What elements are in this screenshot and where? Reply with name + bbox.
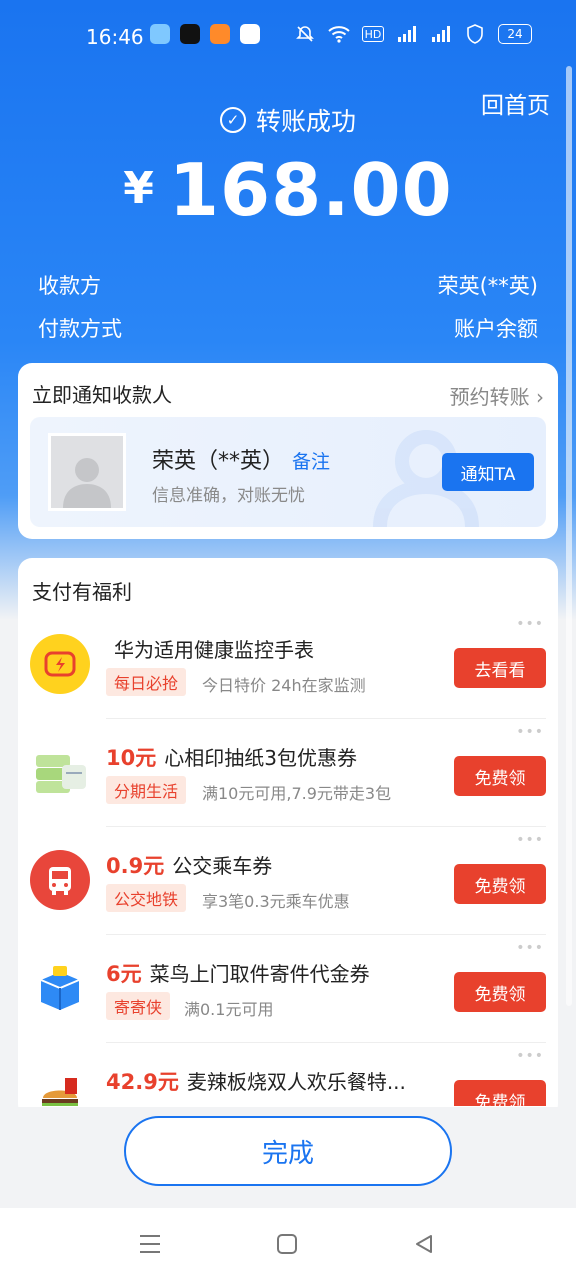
payee-box: 荣英（**英） 备注 信息准确，对账无忧 通知TA: [30, 417, 546, 527]
watch-deal-icon: [30, 634, 90, 694]
benefit-title-text: 麦辣板烧双人欢乐餐特...: [186, 1070, 406, 1094]
success-status: ✓ 转账成功: [0, 102, 576, 138]
benefit-title: 42.9元 麦辣板烧双人欢乐餐特...: [106, 1066, 406, 1096]
more-icon[interactable]: •••: [516, 940, 544, 956]
system-nav-bar: [0, 1208, 576, 1280]
divider: [106, 934, 546, 935]
benefit-title-text: 公交乘车券: [172, 854, 273, 878]
benefits-title: 支付有福利: [32, 580, 132, 604]
notify-payee-card: 立即通知收款人 预约转账 › 荣英（**英） 备注 信息准确，对账无忧 通知TA: [18, 363, 558, 539]
transfer-amount: ¥168.00: [0, 148, 576, 232]
benefits-card: 支付有福利 ••• 华为适用健康监控手表 每日必抢 今日特价 24h在家监测 去…: [18, 558, 558, 1118]
more-icon[interactable]: •••: [516, 1048, 544, 1064]
benefit-title-text: 菜鸟上门取件寄件代金券: [149, 962, 370, 986]
benefit-title: 6元 菜鸟上门取件寄件代金券: [106, 958, 370, 988]
oppo-app-icon: [240, 24, 260, 44]
payee-name-text: 荣英（**英）: [152, 449, 285, 474]
payee-value: 荣英(**英): [437, 274, 538, 298]
divider: [106, 1042, 546, 1043]
benefit-tag: 每日必抢: [106, 668, 187, 696]
status-indicators: HD 24: [294, 24, 532, 44]
wifi-icon: [328, 24, 350, 44]
benefit-desc: 满10元可用,7.9元带走3包: [202, 784, 392, 803]
benefit-title: 华为适用健康监控手表: [106, 634, 314, 663]
more-icon[interactable]: •••: [516, 616, 544, 632]
battery-icon: 24: [498, 24, 532, 44]
benefit-tag: 公交地铁: [106, 884, 187, 912]
mute-icon: [294, 24, 316, 44]
benefit-action-button[interactable]: 免费领: [454, 864, 546, 904]
more-icon[interactable]: •••: [516, 832, 544, 848]
status-app-icons: [150, 24, 260, 44]
back-triangle-icon[interactable]: [410, 1230, 438, 1258]
benefit-tag: 寄寄侠: [106, 992, 171, 1020]
benefit-price: 10元: [106, 746, 157, 770]
payee-row: 收款方 荣英(**英): [38, 270, 538, 300]
payee-name: 荣英（**英） 备注: [152, 443, 330, 475]
benefit-title: 10元 心相印抽纸3包优惠券: [106, 742, 357, 772]
benefit-item[interactable]: ••• 0.9元 公交乘车券 公交地铁 享3笔0.3元乘车优惠 免费领: [18, 828, 558, 935]
home-square-icon[interactable]: [273, 1230, 301, 1258]
done-button[interactable]: 完成: [124, 1116, 452, 1186]
benefit-action-button[interactable]: 免费领: [454, 972, 546, 1012]
scheduled-transfer-label: 预约转账: [449, 385, 530, 409]
benefit-title-text: 华为适用健康监控手表: [114, 638, 314, 662]
benefit-action-button[interactable]: 免费领: [454, 756, 546, 796]
benefit-action-button[interactable]: 去看看: [454, 648, 546, 688]
benefit-price: 0.9元: [106, 854, 165, 878]
payee-subtitle: 信息准确，对账无忧: [152, 486, 305, 506]
benefit-desc: 享3笔0.3元乘车优惠: [202, 892, 350, 911]
parcel-box-icon: [30, 958, 90, 1018]
payee-label: 收款方: [38, 274, 101, 298]
menu-icon[interactable]: [136, 1230, 164, 1258]
more-icon[interactable]: •••: [516, 724, 544, 740]
benefit-item[interactable]: ••• 10元 心相印抽纸3包优惠券 分期生活 满10元可用,7.9元带走3包 免…: [18, 720, 558, 827]
currency-symbol: ¥: [123, 163, 155, 214]
payment-method-label: 付款方式: [38, 317, 122, 341]
benefit-price: 6元: [106, 962, 142, 986]
person-icon: [63, 458, 111, 508]
benefit-desc: 今日特价 24h在家监测: [202, 676, 366, 695]
status-time: 16:46: [86, 25, 144, 49]
benefit-price: 42.9元: [106, 1070, 179, 1094]
signal-icon: [430, 24, 452, 44]
tiktok-icon: [180, 24, 200, 44]
notify-button[interactable]: 通知TA: [442, 453, 534, 491]
hd-icon: HD: [362, 26, 384, 42]
bus-icon: [30, 850, 90, 910]
benefit-desc: 满0.1元可用: [184, 1000, 274, 1019]
tissue-icon: [30, 742, 90, 802]
notification-app-icon: [210, 24, 230, 44]
remark-link[interactable]: 备注: [292, 451, 330, 473]
benefit-action-button[interactable]: 免费领: [454, 1080, 546, 1106]
burger-meal-icon: [30, 1066, 90, 1106]
benefits-list[interactable]: ••• 华为适用健康监控手表 每日必抢 今日特价 24h在家监测 去看看 •••…: [18, 612, 558, 1106]
benefit-title-text: 心相印抽纸3包优惠券: [164, 746, 357, 770]
success-text: 转账成功: [255, 107, 356, 136]
amount-value: 168.00: [168, 148, 453, 232]
chevron-right-icon: ›: [536, 385, 544, 409]
divider: [106, 826, 546, 827]
benefit-item[interactable]: ••• 42.9元 麦辣板烧双人欢乐餐特... 免费领: [18, 1044, 558, 1106]
payment-method-value: 账户余额: [454, 317, 538, 341]
benefit-item[interactable]: ••• 6元 菜鸟上门取件寄件代金券 寄寄侠 满0.1元可用 免费领: [18, 936, 558, 1043]
benefit-item[interactable]: ••• 华为适用健康监控手表 每日必抢 今日特价 24h在家监测 去看看: [18, 612, 558, 719]
benefit-title: 0.9元 公交乘车券: [106, 850, 272, 880]
scheduled-transfer-link[interactable]: 预约转账 ›: [450, 381, 544, 410]
notify-card-title: 立即通知收款人: [32, 383, 172, 407]
payment-method-row: 付款方式 账户余额: [38, 313, 538, 343]
status-bar: 16:46 HD 24: [0, 0, 576, 72]
shield-icon: [464, 24, 486, 44]
check-circle-icon: ✓: [219, 107, 246, 133]
benefit-tag: 分期生活: [106, 776, 187, 804]
notification-app-icon: [150, 24, 170, 44]
divider: [106, 718, 546, 719]
signal-icon: [396, 24, 418, 44]
avatar: [48, 433, 126, 511]
